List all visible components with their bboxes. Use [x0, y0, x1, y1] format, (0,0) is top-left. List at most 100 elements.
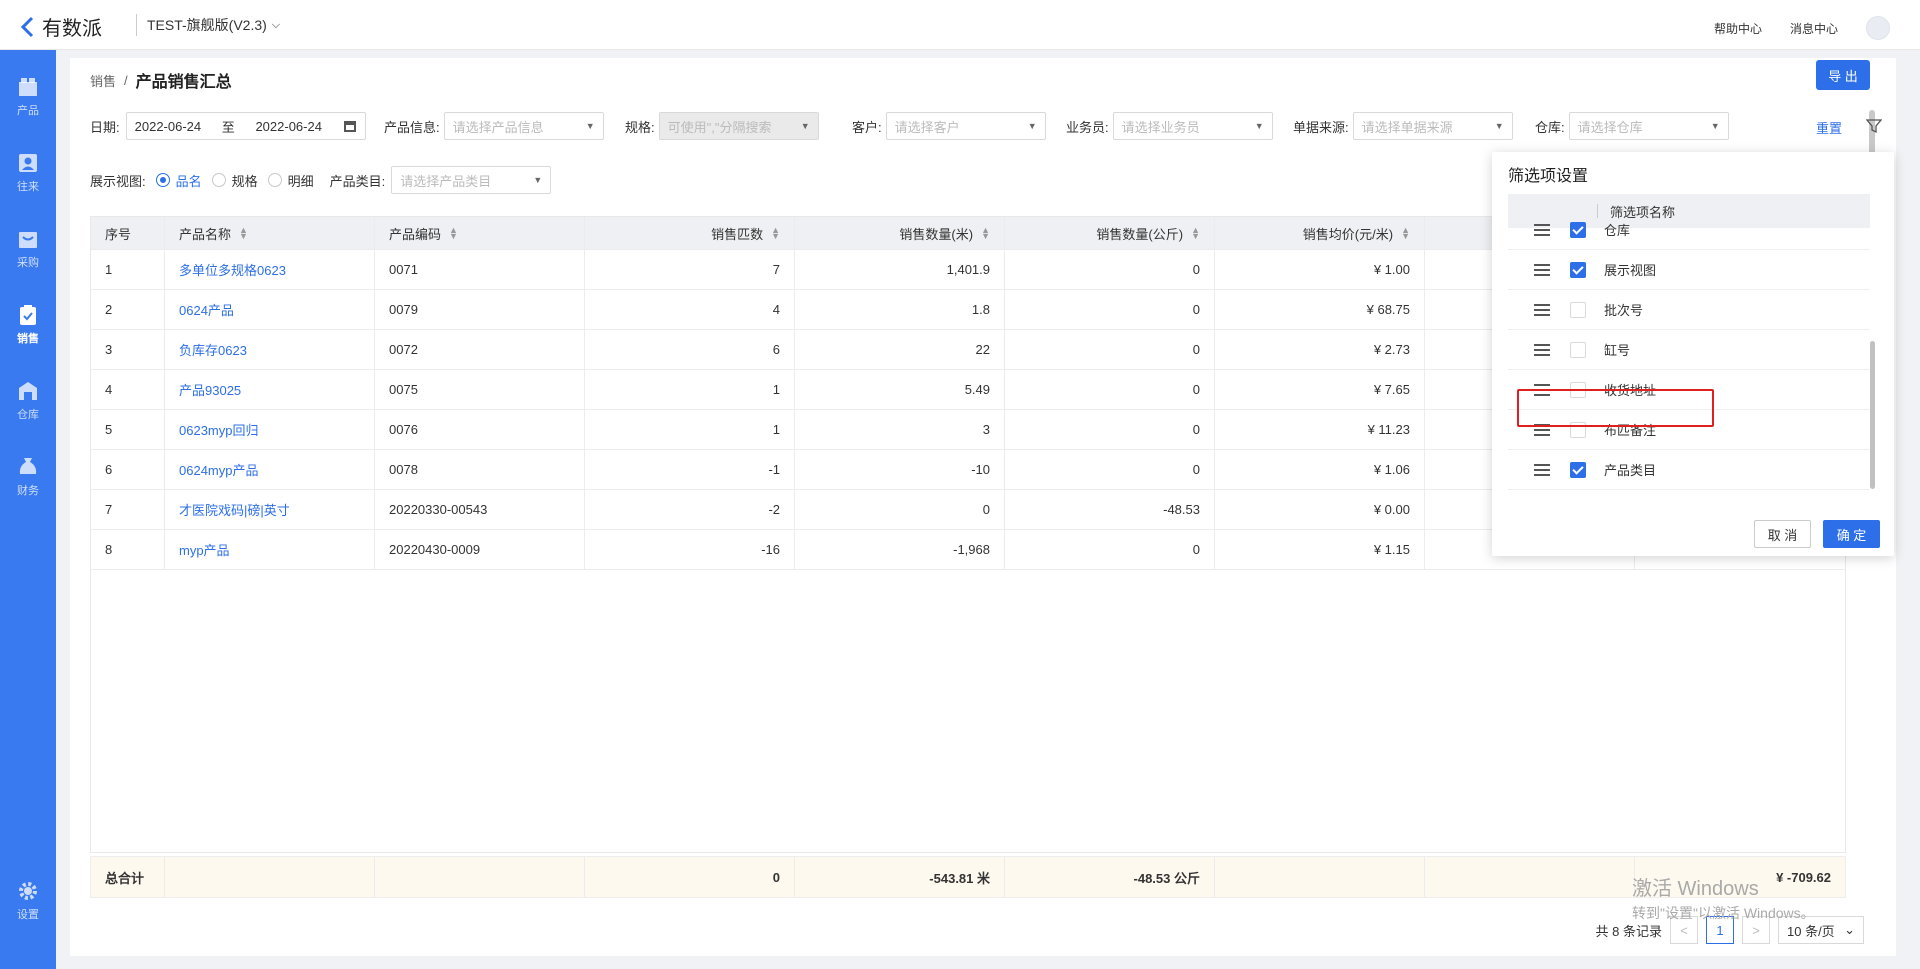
sort-icon[interactable]: ▲ ▼: [981, 226, 990, 241]
drag-handle-icon[interactable]: [1534, 223, 1550, 236]
message-center-link[interactable]: 消息中心: [1790, 20, 1838, 37]
cell-product-name[interactable]: 多单位多规格0623: [165, 250, 375, 289]
sidebar-item-sales[interactable]: 销售: [0, 304, 56, 346]
filter-option-row[interactable]: 缸号: [1508, 330, 1870, 370]
customer-select[interactable]: 请选择客户 ▼: [885, 112, 1046, 140]
filter-option-row[interactable]: 仓库: [1508, 210, 1870, 250]
cell-pieces: 1: [585, 410, 795, 449]
breadcrumb-separator: /: [124, 72, 128, 88]
confirm-button[interactable]: 确 定: [1823, 520, 1880, 548]
date-end: 2022-06-24: [255, 118, 322, 134]
col-header-product-code[interactable]: 产品编码 ▲ ▼: [375, 217, 585, 249]
drag-handle-icon[interactable]: [1534, 263, 1550, 276]
cell-product-code: 0076: [375, 410, 585, 449]
drag-handle-icon[interactable]: [1534, 343, 1550, 356]
col-header-pieces[interactable]: 销售匹数 ▲ ▼: [585, 217, 795, 249]
box-icon: [19, 78, 37, 96]
help-center-link[interactable]: 帮助中心: [1714, 20, 1762, 37]
cell-pieces: 7: [585, 250, 795, 289]
total-empty: [1425, 857, 1635, 897]
date-range-picker[interactable]: 2022-06-24 至 2022-06-24: [125, 112, 366, 140]
cell-meters: 1,401.9: [795, 250, 1005, 289]
filter-option-checkbox[interactable]: [1570, 341, 1586, 358]
view-option-name[interactable]: 品名: [176, 171, 202, 190]
date-filter: 日期: 2022-06-24 至 2022-06-24: [90, 112, 366, 140]
cell-product-code: 20220330-00543: [375, 490, 585, 529]
cell-avg-price: ¥ 68.75: [1215, 290, 1425, 329]
version-selector[interactable]: TEST-旗舰版(V2.3) ⌵: [136, 14, 280, 36]
cell-product-name[interactable]: 产品93025: [165, 370, 375, 409]
salesman-select[interactable]: 请选择业务员 ▼: [1112, 112, 1273, 140]
cell-product-name[interactable]: 0623myp回归: [165, 410, 375, 449]
cell-avg-price: ¥ 0.00: [1215, 490, 1425, 529]
cell-product-name[interactable]: myp产品: [165, 530, 375, 569]
sidebar-item-warehouse[interactable]: 仓库: [0, 380, 56, 422]
cell-product-name[interactable]: 负库存0623: [165, 330, 375, 369]
sidebar-item-purchase[interactable]: 采购: [0, 228, 56, 270]
view-label: 展示视图:: [90, 173, 146, 189]
date-separator: 至: [221, 119, 235, 135]
category-select[interactable]: 请选择产品类目 ▼: [391, 166, 552, 194]
sidebar-item-contacts[interactable]: 往来: [0, 152, 56, 194]
cell-pieces: 6: [585, 330, 795, 369]
view-radio-detail[interactable]: [267, 173, 282, 187]
popover-scrollbar[interactable]: [1870, 341, 1875, 489]
table-footer-totals: 总合计 0 -543.81 米 -48.53 公斤 ¥ -709.62: [90, 856, 1846, 898]
view-option-spec[interactable]: 规格: [232, 171, 258, 190]
cell-product-name[interactable]: 才医院戏码|磅|英寸: [165, 490, 375, 529]
filter-option-row[interactable]: 产品类目: [1508, 450, 1870, 490]
col-header-product-name[interactable]: 产品名称 ▲ ▼: [165, 217, 375, 249]
sidebar-item-label: 设置: [17, 909, 39, 921]
cancel-button[interactable]: 取 消: [1754, 520, 1811, 548]
top-header: 有数派 TEST-旗舰版(V2.3) ⌵ 帮助中心 消息中心: [0, 0, 1920, 50]
view-radio-spec[interactable]: [211, 173, 226, 187]
salesman-filter: 业务员: 请选择业务员 ▼: [1066, 112, 1273, 140]
filter-option-checkbox[interactable]: [1570, 301, 1586, 318]
cell-product-name[interactable]: 0624myp产品: [165, 450, 375, 489]
sort-icon[interactable]: ▲ ▼: [239, 226, 248, 241]
sort-icon[interactable]: ▲ ▼: [771, 226, 780, 241]
drag-handle-icon[interactable]: [1534, 463, 1550, 476]
sidebar-item-settings[interactable]: 设置: [0, 880, 56, 922]
filter-option-checkbox[interactable]: [1570, 221, 1586, 238]
product-select[interactable]: 请选择产品信息 ▼: [443, 112, 604, 140]
breadcrumb-parent[interactable]: 销售: [90, 71, 116, 90]
warehouse-select[interactable]: 请选择仓库 ▼: [1568, 112, 1729, 140]
source-label: 单据来源:: [1293, 119, 1349, 135]
drag-handle-icon[interactable]: [1534, 303, 1550, 316]
col-header-kg[interactable]: 销售数量(公斤) ▲ ▼: [1005, 217, 1215, 249]
sort-icon[interactable]: ▲ ▼: [1401, 226, 1410, 241]
col-header-meters[interactable]: 销售数量(米) ▲ ▼: [795, 217, 1005, 249]
sidebar-item-product[interactable]: 产品: [0, 76, 56, 118]
filter-option-checkbox[interactable]: [1570, 261, 1586, 278]
sidebar-item-finance[interactable]: 财务: [0, 456, 56, 498]
watermark-line-1: 激活 Windows: [1632, 878, 1759, 900]
logo[interactable]: 有数派: [18, 12, 102, 41]
filter-option-row[interactable]: 批次号: [1508, 290, 1870, 330]
filter-settings-icon[interactable]: [1866, 118, 1882, 134]
sort-icon[interactable]: ▲ ▼: [449, 226, 458, 241]
view-radio-name[interactable]: [155, 173, 170, 187]
cell-product-name[interactable]: 0624产品: [165, 290, 375, 329]
sort-icon[interactable]: ▲ ▼: [1191, 226, 1200, 241]
col-header-index: 序号: [91, 217, 165, 249]
cell-index: 2: [91, 290, 165, 329]
export-button[interactable]: 导 出: [1816, 60, 1870, 90]
caret-down-icon: ▼: [1494, 121, 1504, 131]
spec-input[interactable]: 可使用","分隔搜索 ▼: [658, 112, 819, 140]
reset-link[interactable]: 重置: [1816, 118, 1842, 137]
money-bag-icon: [19, 458, 37, 474]
table-empty-area: [91, 569, 1845, 852]
cell-kg: 0: [1005, 530, 1215, 569]
cell-kg: 0: [1005, 250, 1215, 289]
filter-option-row[interactable]: 展示视图: [1508, 250, 1870, 290]
view-option-detail[interactable]: 明细: [288, 171, 314, 190]
highlight-box: [1517, 389, 1714, 427]
col-header-avg-price[interactable]: 销售均价(元/米) ▲ ▼: [1215, 217, 1425, 249]
avatar[interactable]: [1866, 16, 1890, 40]
sidebar-item-label: 往来: [17, 181, 39, 193]
source-select[interactable]: 请选择单据来源 ▼: [1352, 112, 1513, 140]
caret-down-icon: ▼: [533, 175, 543, 185]
filter-option-checkbox[interactable]: [1570, 461, 1586, 478]
cell-avg-price: ¥ 11.23: [1215, 410, 1425, 449]
